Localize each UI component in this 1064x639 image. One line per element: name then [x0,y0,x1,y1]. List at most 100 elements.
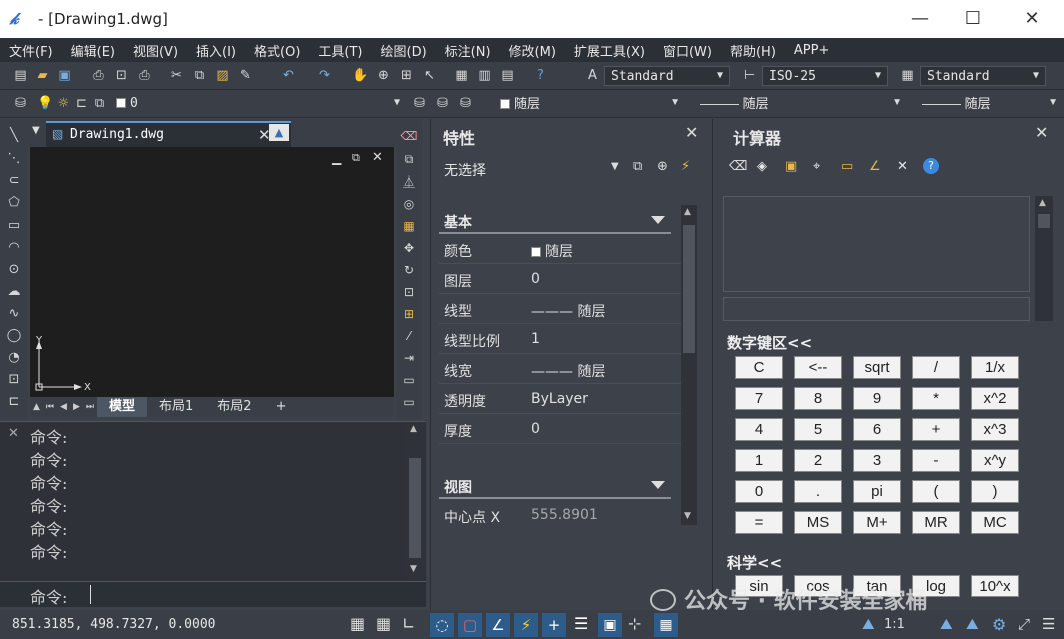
selection-dropdown[interactable]: 无选择 ▼ [439,155,627,181]
new-tab-icon[interactable]: ▲ [269,124,289,141]
text-style-select[interactable]: Standard ▼ [604,66,730,86]
annotation-scale-readout[interactable]: 1:1 [884,617,905,632]
calc-key[interactable]: 8 [794,387,842,410]
gear-icon[interactable]: ⚙ [992,615,1006,634]
menu-file[interactable]: 文件(F) [0,41,62,60]
scroll-down-icon[interactable]: ▼ [684,511,691,521]
minimize-button[interactable]: — [905,6,935,32]
menu-tools[interactable]: 工具(T) [309,41,371,60]
scroll-thumb[interactable] [1038,214,1050,228]
calc-scrollbar[interactable]: ▲ [1035,196,1053,321]
dim-style-select[interactable]: ISO-25 ▼ [762,66,888,86]
new-file-icon[interactable]: ▤ [12,67,29,84]
paste-icon[interactable]: ▨ [214,67,231,84]
scroll-thumb[interactable] [409,458,421,558]
rotate-icon[interactable]: ↻ [400,261,418,279]
extend-icon[interactable]: ⇥ [400,349,418,367]
calc-key[interactable]: x^y [971,449,1019,472]
polygon-icon[interactable]: ⬠ [5,194,23,212]
calc-key[interactable]: x^2 [971,387,1019,410]
maximize-button[interactable]: ☐ [958,6,988,32]
tab-drawing1[interactable]: ▧ Drawing1.dwg ✕ [46,121,291,147]
tab-list-arrow-icon[interactable]: ▼ [32,125,40,136]
calc-key[interactable]: ) [971,480,1019,503]
calc-key[interactable]: <-- [794,356,842,379]
redo-icon[interactable]: ↷ [316,67,333,84]
close-window-button[interactable]: ✕ [1017,6,1047,32]
get-coordinates-icon[interactable]: ⌖ [813,159,820,174]
design-center-icon[interactable]: ▥ [476,67,493,84]
help-icon[interactable]: ? [923,158,939,174]
command-scrollbar[interactable]: ▲ ▼ [406,422,424,580]
color-select[interactable]: 随层 ▼ [494,94,686,114]
table-style-select[interactable]: Standard ▼ [920,66,1046,86]
stretch-icon[interactable]: ⊞ [400,305,418,323]
select-objects-icon[interactable]: ⊕ [657,159,668,174]
dynamic-input-icon[interactable]: + [542,613,566,637]
tab-add-layout[interactable]: + [264,397,299,417]
revision-cloud-icon[interactable]: ☁ [5,283,23,301]
join-icon[interactable]: ▭ [400,393,418,411]
menu-draw[interactable]: 绘图(D) [372,41,436,60]
polar-tracking-icon[interactable]: ◌ [430,613,454,637]
command-input[interactable]: 命令: [0,581,426,607]
tab-scroll-up-icon[interactable]: ▲ [30,402,43,412]
construction-line-icon[interactable]: ⋱ [5,150,23,168]
intersection-icon[interactable]: ✕ [897,159,908,174]
lineweight-display-icon[interactable]: ☰ [574,614,588,633]
calc-key[interactable]: 2 [794,449,842,472]
erase-icon[interactable]: ⌫ [400,127,418,145]
prop-row-color[interactable]: 颜色 随层 [439,235,681,264]
customize-icon[interactable]: ☰ [1042,615,1055,633]
prop-row-linetype[interactable]: 线型 ——— 随层 [439,295,681,324]
clear-history-icon[interactable]: ◈ [757,159,767,174]
print-preview-icon[interactable]: ⊡ [113,67,130,84]
layer-manager-icon[interactable]: ⛁ [12,95,29,112]
open-folder-icon[interactable]: ▰ [34,67,51,84]
tab-last-icon[interactable]: ⏭ [83,402,97,412]
viewport-restore-icon[interactable]: ⧉ [352,151,360,165]
copy-object-icon[interactable]: ⧉ [400,150,418,168]
calc-key[interactable]: sqrt [853,356,901,379]
calc-key[interactable]: C [735,356,783,379]
calc-key[interactable]: = [735,511,783,534]
layer-freeze-icon[interactable]: ☼ [55,95,72,112]
toggle-pickadd-icon[interactable]: ⧉ [633,159,642,174]
calc-key[interactable]: 7 [735,387,783,410]
menu-dimension[interactable]: 标注(N) [436,41,500,60]
lineweight-select[interactable]: ——— 随层 ▼ [916,94,1064,114]
offset-icon[interactable]: ◎ [400,195,418,213]
rectangle-icon[interactable]: ▭ [5,217,23,235]
annotation-visibility-icon[interactable]: ⛰ [940,615,953,633]
calc-key[interactable]: MS [794,511,842,534]
annotation-scale-icon[interactable]: ⛰ [862,615,875,633]
calc-key[interactable]: 1 [735,449,783,472]
calc-key[interactable]: M+ [853,511,901,534]
calc-key[interactable]: 5 [794,418,842,441]
calc-input-field[interactable] [723,297,1030,321]
prop-row-lineweight[interactable]: 线宽 ——— 随层 [439,355,681,384]
dynamic-ucs-icon[interactable]: ⚡ [514,613,538,637]
polyline-icon[interactable]: ⊂ [5,172,23,190]
properties-scrollbar[interactable]: ▲ ▼ [681,205,697,525]
layer-plot-icon[interactable]: ⧉ [91,95,108,112]
scroll-down-icon[interactable]: ▼ [410,564,417,574]
section-view[interactable]: 视图 [439,473,671,499]
properties-close-icon[interactable]: ✕ [685,123,698,142]
distance-icon[interactable]: ▭ [841,159,853,174]
scale-icon[interactable]: ⊡ [400,283,418,301]
properties-panel-icon[interactable]: ▦ [453,67,470,84]
menu-insert[interactable]: 插入(I) [187,41,245,60]
tab-layout2[interactable]: 布局2 [205,397,263,417]
calc-key[interactable]: 9 [853,387,901,410]
layer-lock-icon[interactable]: ⊏ [73,95,90,112]
calc-key[interactable]: ( [912,480,960,503]
snap-icon[interactable]: ▦ [376,614,391,633]
prop-row-linetype-scale[interactable]: 线型比例 1 [439,325,681,354]
mirror-icon[interactable]: ⏅ [400,173,418,191]
print-icon[interactable]: ⎙ [90,67,107,84]
scroll-thumb[interactable] [683,225,695,353]
ellipse-arc-icon[interactable]: ◔ [5,349,23,367]
zoom-previous-icon[interactable]: ↖ [421,67,438,84]
numpad-section-label[interactable]: 数字键区<< [727,332,812,353]
